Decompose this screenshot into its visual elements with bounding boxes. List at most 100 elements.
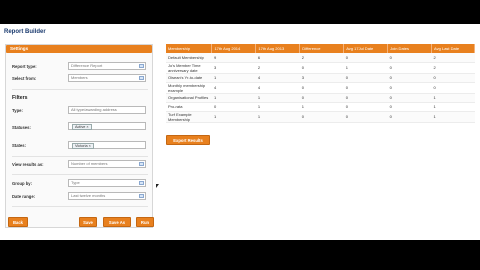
cell: 0 <box>343 73 388 83</box>
states-multiselect[interactable]: Victoria × <box>68 141 146 149</box>
report-type-select[interactable]: Difference Report <box>68 62 146 70</box>
row-label: Jo's Member Time anniversary date <box>166 62 212 74</box>
chevron-down-icon <box>139 194 144 198</box>
table-row: Pro-rata 0 1 1 0 0 1 <box>166 102 475 112</box>
save-button[interactable]: Save <box>79 217 97 227</box>
cell: 3 <box>299 73 344 83</box>
cell: 2 <box>431 62 475 74</box>
cell: 0 <box>343 102 388 112</box>
column-header[interactable]: 17th Aug 2014 <box>211 44 257 53</box>
column-header[interactable]: Membership <box>166 44 213 53</box>
back-button[interactable]: Back <box>8 217 28 227</box>
save-as-button[interactable]: Save As <box>103 217 131 227</box>
filters-heading: Filters <box>12 95 28 101</box>
status-tag[interactable]: Active × <box>72 123 92 130</box>
cell: 1 <box>343 62 388 74</box>
table-row: Turf Example Membership 1 1 0 0 0 1 <box>166 111 475 123</box>
cell: 0 <box>343 53 388 63</box>
cell: 0 <box>387 102 432 112</box>
cell: 0 <box>211 102 256 112</box>
statuses-multiselect[interactable]: Active × <box>68 122 146 130</box>
cell: 1 <box>211 93 256 103</box>
cell: 0 <box>431 73 475 83</box>
row-label: Oisean's Yr-to-date <box>166 73 212 83</box>
table-row: Organisational Profiles 1 1 0 0 0 1 <box>166 93 475 103</box>
cell: 6 <box>255 53 300 63</box>
cell: 1 <box>431 93 475 103</box>
cell: 2 <box>431 53 475 63</box>
cell: 1 <box>431 111 475 123</box>
cell: 0 <box>387 111 432 123</box>
chevron-down-icon <box>139 64 144 68</box>
row-label: Default Membership <box>166 53 212 63</box>
row-label: Pro-rata <box>166 102 212 112</box>
report-type-label: Report type: <box>12 64 37 69</box>
export-results-button[interactable]: Export Results <box>166 135 210 145</box>
cell: 0 <box>299 93 344 103</box>
select-from-select[interactable]: Members <box>68 74 146 82</box>
cell: 0 <box>431 82 475 94</box>
cell: 4 <box>211 82 256 94</box>
cell: 0 <box>299 82 344 94</box>
date-range-label: Date range: <box>12 194 36 199</box>
cell: 1 <box>299 102 344 112</box>
column-header[interactable]: Avg Last Date <box>431 44 475 53</box>
state-tag[interactable]: Victoria × <box>72 142 94 149</box>
cell: 0 <box>343 111 388 123</box>
type-input[interactable]: All type/awarding address <box>68 106 146 114</box>
cell: 1 <box>255 102 300 112</box>
view-results-select[interactable]: Number of members <box>68 160 146 168</box>
column-header[interactable]: 17th Aug 2013 <box>255 44 301 53</box>
divider <box>12 89 148 90</box>
row-label: Monthly membership example <box>166 82 212 94</box>
cell: 1 <box>255 111 300 123</box>
table-row: Oisean's Yr-to-date 1 4 3 0 0 0 <box>166 73 475 83</box>
divider <box>12 156 148 157</box>
divider <box>12 206 148 207</box>
cell: 2 <box>255 62 300 74</box>
type-label: Type: <box>12 108 23 113</box>
chevron-down-icon <box>139 76 144 80</box>
cell: 4 <box>255 73 300 83</box>
row-label: Organisational Profiles <box>166 93 212 103</box>
report-builder-page: Report Builder Settings Report type: Dif… <box>0 24 480 240</box>
settings-panel: Settings Report type: Difference Report … <box>5 44 154 228</box>
statuses-label: Statuses: <box>12 125 31 130</box>
select-from-label: Select from: <box>12 76 37 81</box>
cell: 0 <box>387 62 432 74</box>
mouse-cursor-icon <box>156 184 159 188</box>
run-button[interactable]: Run <box>136 217 154 227</box>
cell: 0 <box>387 73 432 83</box>
column-header[interactable]: Join Dates <box>387 44 433 53</box>
table-header-row: Membership 17th Aug 2014 17th Aug 2013 D… <box>166 44 475 53</box>
cell: 2 <box>299 53 344 63</box>
cell: 1 <box>211 73 256 83</box>
settings-header: Settings <box>6 45 152 53</box>
states-label: States: <box>12 143 26 148</box>
cell: 4 <box>255 82 300 94</box>
table-row: Default Membership 9 6 2 0 0 2 <box>166 53 475 63</box>
cell: 0 <box>343 82 388 94</box>
chevron-down-icon <box>139 181 144 185</box>
cell: 0 <box>387 82 432 94</box>
group-by-label: Group by: <box>12 181 33 186</box>
cell: 0 <box>387 93 432 103</box>
divider <box>12 174 148 175</box>
page-title: Report Builder <box>4 29 46 35</box>
table-row: Jo's Member Time anniversary date 3 2 0 … <box>166 62 475 74</box>
cell: 0 <box>343 93 388 103</box>
group-by-select[interactable]: Type <box>68 179 146 187</box>
cell: 1 <box>211 111 256 123</box>
column-header[interactable]: Avg 17Jul Date <box>343 44 389 53</box>
table-row: Monthly membership example 4 4 0 0 0 0 <box>166 82 475 94</box>
cell: 0 <box>387 53 432 63</box>
date-range-select[interactable]: Last twelve months <box>68 192 146 200</box>
cell: 0 <box>299 111 344 123</box>
cell: 1 <box>255 93 300 103</box>
view-results-label: View results as: <box>12 162 44 167</box>
column-header[interactable]: Difference <box>299 44 345 53</box>
row-label: Turf Example Membership <box>166 111 212 123</box>
cell: 3 <box>211 62 256 74</box>
chevron-down-icon <box>139 162 144 166</box>
cell: 9 <box>211 53 256 63</box>
